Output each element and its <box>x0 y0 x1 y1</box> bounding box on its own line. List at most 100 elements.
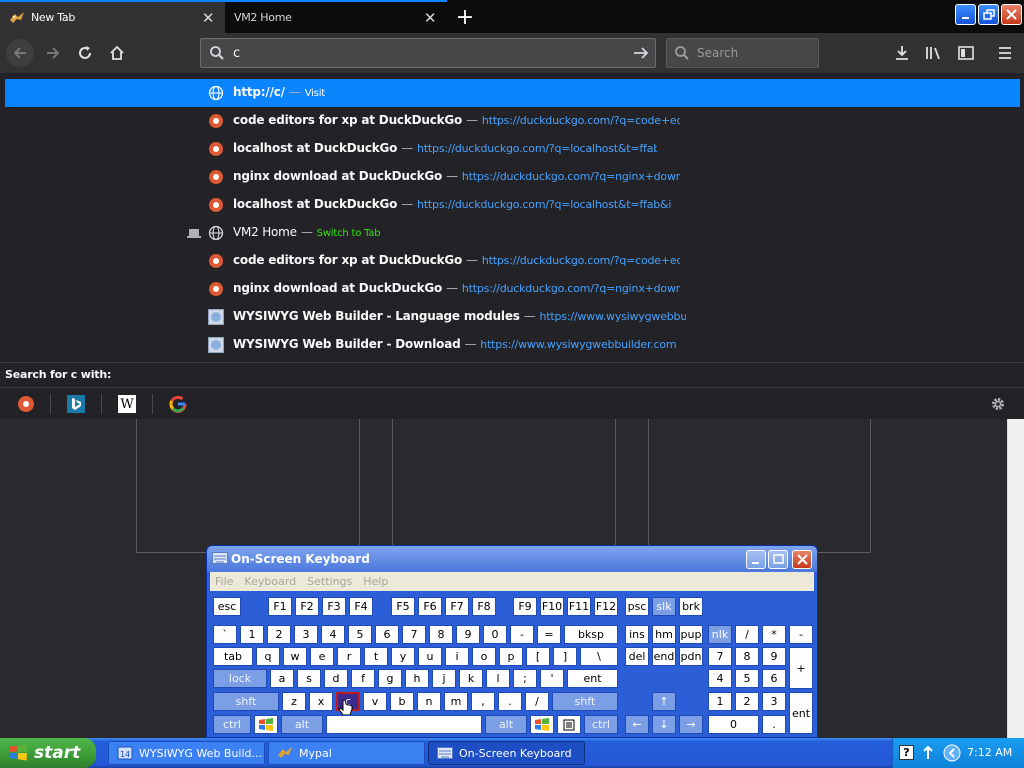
tab-new-tab[interactable]: New Tab ✕ <box>0 0 225 33</box>
show-hidden-icons-icon[interactable] <box>943 744 961 762</box>
key-up-arrow[interactable]: ↑ <box>652 692 676 711</box>
home-button[interactable] <box>103 39 131 67</box>
url-input[interactable] <box>233 44 613 62</box>
key-8[interactable]: 8 <box>429 625 453 644</box>
key-del[interactable]: del <box>625 647 649 666</box>
osk-maximize-button[interactable] <box>768 550 788 569</box>
key-right-alt[interactable]: alt <box>485 715 527 734</box>
search-settings-button[interactable] <box>989 395 1007 413</box>
key-period[interactable]: . <box>498 692 522 711</box>
menu-button[interactable] <box>991 39 1019 67</box>
suggestion-row[interactable]: code editors for xp at DuckDuckGo — https:… <box>5 247 1020 275</box>
key-num-7[interactable]: 7 <box>708 647 732 666</box>
key-y[interactable]: y <box>391 647 415 666</box>
key-6[interactable]: 6 <box>375 625 399 644</box>
wikipedia-engine-button[interactable]: W <box>118 395 136 413</box>
key-x[interactable]: x <box>309 692 333 711</box>
key-d[interactable]: d <box>324 669 348 688</box>
library-button[interactable] <box>920 39 948 67</box>
osk-minimize-button[interactable] <box>746 550 766 569</box>
key-f4[interactable]: F4 <box>349 597 373 616</box>
menu-file[interactable]: File <box>215 575 233 588</box>
url-bar[interactable] <box>200 38 656 68</box>
key-z[interactable]: z <box>282 692 306 711</box>
taskbar-item-wysiwyg[interactable]: 14 WYSIWYG Web Build... <box>108 741 265 765</box>
key-slk[interactable]: slk <box>652 597 676 616</box>
tab-vm2-home[interactable]: VM2 Home ✕ <box>225 0 447 33</box>
key-f11[interactable]: F11 <box>567 597 591 616</box>
taskbar-item-on-screen-keyboard[interactable]: On-Screen Keyboard <box>428 741 585 765</box>
reload-button[interactable] <box>71 39 99 67</box>
key-right-ctrl[interactable]: ctrl <box>584 715 618 734</box>
menu-settings[interactable]: Settings <box>307 575 352 588</box>
key-j[interactable]: j <box>432 669 456 688</box>
search-input[interactable] <box>697 45 815 61</box>
key-right-bracket[interactable]: ] <box>553 647 577 666</box>
key-caps-lock[interactable]: lock <box>213 669 267 688</box>
key-h[interactable]: h <box>405 669 429 688</box>
key-num-minus[interactable]: - <box>789 625 813 644</box>
key-r[interactable]: r <box>337 647 361 666</box>
menu-keyboard[interactable]: Keyboard <box>244 575 296 588</box>
key-o[interactable]: o <box>472 647 496 666</box>
key-left-shift[interactable]: shft <box>213 692 279 711</box>
suggestion-row[interactable]: code editors for xp at DuckDuckGo — https:… <box>5 107 1020 135</box>
bing-engine-button[interactable] <box>67 395 85 413</box>
key-b[interactable]: b <box>390 692 414 711</box>
key-v[interactable]: v <box>363 692 387 711</box>
key-num-2[interactable]: 2 <box>735 692 759 711</box>
close-tab-icon[interactable]: ✕ <box>419 7 441 29</box>
key-enter[interactable]: ent <box>567 669 618 688</box>
downloads-button[interactable] <box>888 39 916 67</box>
key-i[interactable]: i <box>445 647 469 666</box>
duckduckgo-engine-button[interactable] <box>17 395 35 413</box>
key-7[interactable]: 7 <box>402 625 426 644</box>
search-box[interactable] <box>666 38 819 68</box>
restore-button[interactable] <box>978 4 999 25</box>
key-esc[interactable]: esc <box>213 597 241 616</box>
key-equals[interactable]: = <box>537 625 561 644</box>
taskbar-item-mypal[interactable]: Mypal <box>268 741 425 765</box>
key-page-up[interactable]: pup <box>679 625 703 644</box>
key-a[interactable]: a <box>270 669 294 688</box>
key-f10[interactable]: F10 <box>540 597 564 616</box>
go-arrow-icon[interactable] <box>632 44 650 62</box>
key-t[interactable]: t <box>364 647 388 666</box>
key-tab[interactable]: tab <box>213 647 253 666</box>
key-num-multiply[interactable]: * <box>762 625 786 644</box>
key-psc[interactable]: psc <box>625 597 649 616</box>
key-f1[interactable]: F1 <box>268 597 292 616</box>
key-g[interactable]: g <box>378 669 402 688</box>
key-quote[interactable]: ' <box>540 669 564 688</box>
key-num-enter[interactable]: ent <box>789 692 813 734</box>
key-right-windows[interactable] <box>530 715 554 734</box>
network-icon[interactable] <box>921 745 935 761</box>
key-left-ctrl[interactable]: ctrl <box>213 715 251 734</box>
suggestion-row[interactable]: localhost at DuckDuckGo — https://duckduck… <box>5 135 1020 163</box>
help-icon[interactable]: ? <box>899 745 914 760</box>
osk-close-button[interactable] <box>792 550 812 569</box>
key-num-1[interactable]: 1 <box>708 692 732 711</box>
key-num-5[interactable]: 5 <box>735 669 759 688</box>
osk-title-bar[interactable]: On-Screen Keyboard <box>207 546 817 572</box>
key-num-4[interactable]: 4 <box>708 669 732 688</box>
key-right-shift[interactable]: shft <box>552 692 618 711</box>
menu-help[interactable]: Help <box>363 575 388 588</box>
forward-button[interactable] <box>39 39 67 67</box>
key-num-9[interactable]: 9 <box>762 647 786 666</box>
start-button[interactable]: start <box>0 738 96 768</box>
close-window-button[interactable] <box>1001 4 1022 25</box>
suggestion-row[interactable]: http://c/— Visit <box>5 79 1020 107</box>
key-p[interactable]: p <box>499 647 523 666</box>
key-num-lock[interactable]: nlk <box>708 625 732 644</box>
key-f5[interactable]: F5 <box>391 597 415 616</box>
key-f2[interactable]: F2 <box>295 597 319 616</box>
sidebar-button[interactable] <box>952 39 980 67</box>
suggestion-row[interactable]: nginx download at DuckDuckGo — https://duc… <box>5 163 1020 191</box>
key-l[interactable]: l <box>486 669 510 688</box>
suggestion-row[interactable]: localhost at DuckDuckGo — https://duckduck… <box>5 191 1020 219</box>
key-s[interactable]: s <box>297 669 321 688</box>
key-ins[interactable]: ins <box>625 625 649 644</box>
key-num-8[interactable]: 8 <box>735 647 759 666</box>
key-0[interactable]: 0 <box>483 625 507 644</box>
